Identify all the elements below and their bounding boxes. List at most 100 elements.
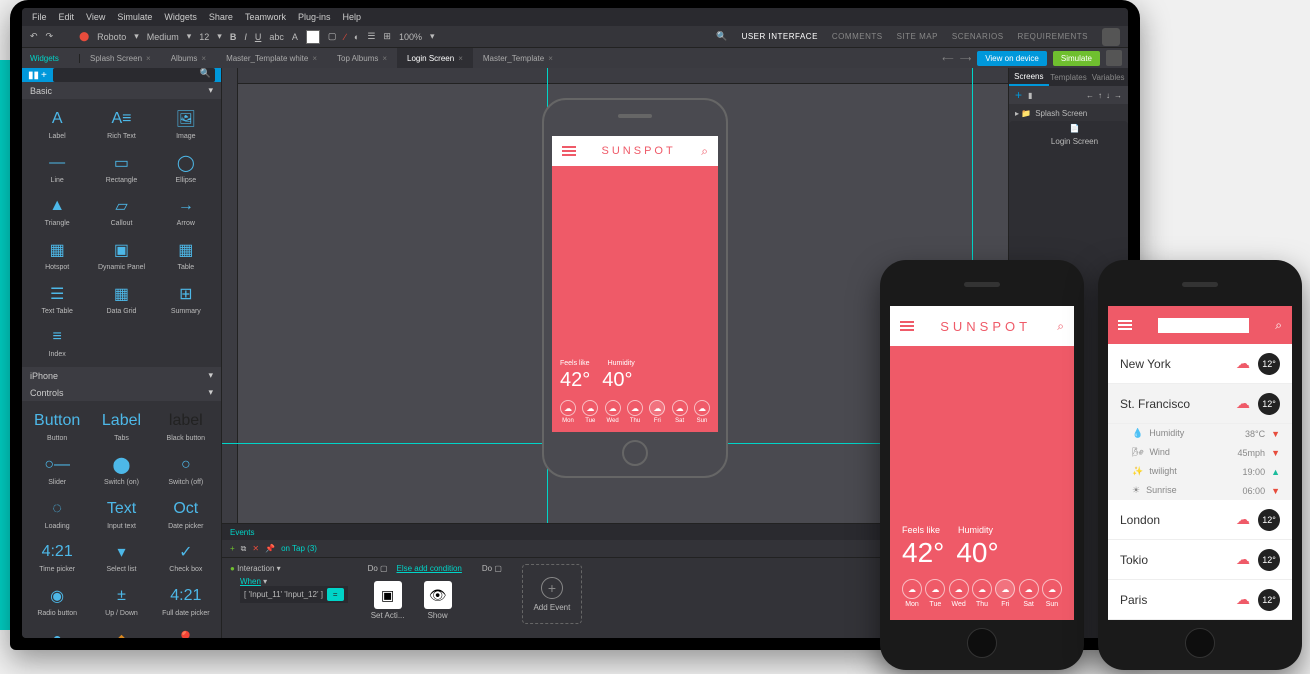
day-mon[interactable]: ☁Mon xyxy=(560,400,576,424)
day-fri[interactable]: ☁Fri xyxy=(649,400,665,424)
rp-tab[interactable]: Screens xyxy=(1009,68,1049,86)
widget-summary[interactable]: ⊞Summary xyxy=(155,278,217,320)
widget-select-list[interactable]: ▾Select list xyxy=(90,536,152,578)
widget-time-picker[interactable]: 4:21Time picker xyxy=(26,536,88,578)
menu-icon[interactable] xyxy=(1118,320,1132,330)
view-on-device-button[interactable]: View on device xyxy=(977,51,1047,66)
top-tab[interactable]: SITE MAP xyxy=(897,32,938,41)
search-icon[interactable]: ⌕ xyxy=(1057,319,1064,334)
font-color-icon[interactable]: A xyxy=(292,32,298,42)
copy-icon[interactable]: ⧉ xyxy=(241,544,247,554)
day-fri[interactable]: ☁Fri xyxy=(995,579,1015,608)
day-mon[interactable]: ☁Mon xyxy=(902,579,922,608)
align-icon[interactable]: ☰ xyxy=(367,31,375,42)
widget-hotspot[interactable]: ▦Hotspot xyxy=(26,234,88,276)
rp-tab[interactable]: Templates xyxy=(1049,68,1089,86)
folder-icon[interactable]: ▮ xyxy=(1028,91,1032,100)
bold-icon[interactable]: B xyxy=(230,32,237,42)
font-select[interactable]: Roboto xyxy=(97,32,126,42)
else-link[interactable]: Else add condition xyxy=(397,564,462,573)
widget-callout[interactable]: ▱Callout xyxy=(90,190,152,232)
widget-triangle[interactable]: ▲Triangle xyxy=(26,190,88,232)
section-controls[interactable]: Controls▾ xyxy=(22,384,221,401)
city-row[interactable]: Tokio☁12° xyxy=(1108,540,1292,580)
arrow-up-icon[interactable]: ↑ xyxy=(1098,91,1102,100)
widget-tabs[interactable]: LabelTabs xyxy=(90,405,152,447)
mockup-screen[interactable]: SUNSPOT ⌕ Feels likeHumidity 42°40° ☁Mon… xyxy=(552,136,718,432)
day-tue[interactable]: ☁Tue xyxy=(582,400,598,424)
widget-slider[interactable]: ○—Slider xyxy=(26,449,88,491)
add-icon[interactable]: + xyxy=(41,70,47,81)
device-frame[interactable]: SUNSPOT ⌕ Feels likeHumidity 42°40° ☁Mon… xyxy=(542,98,728,478)
menu-simulate[interactable]: Simulate xyxy=(117,12,152,22)
city-row[interactable]: London☁12° xyxy=(1108,500,1292,540)
trigger-tab[interactable]: on Tap (3) xyxy=(281,544,317,553)
widget-table[interactable]: ▦Table xyxy=(155,234,217,276)
top-tab[interactable]: USER INTERFACE xyxy=(742,32,818,41)
top-tab[interactable]: SCENARIOS xyxy=(952,32,1004,41)
day-wed[interactable]: ☁Wed xyxy=(605,400,621,424)
doc-tab[interactable]: Master_Template× xyxy=(473,48,563,68)
search-icon[interactable]: 🔍 xyxy=(716,31,727,42)
when-link[interactable]: When xyxy=(240,577,261,586)
search-icon[interactable]: ⌕ xyxy=(701,144,708,159)
widget-label[interactable]: ALabel xyxy=(26,103,88,145)
arrow-down-icon[interactable]: ↓ xyxy=(1106,91,1110,100)
menu-icon[interactable] xyxy=(562,146,576,156)
arrow-right-icon[interactable]: → xyxy=(1114,91,1122,100)
widget-arrow[interactable]: →Arrow xyxy=(155,190,217,232)
arrow-left-icon[interactable]: ← xyxy=(1086,91,1094,100)
stroke-icon[interactable]: ∕ xyxy=(344,32,346,42)
menu-teamwork[interactable]: Teamwork xyxy=(245,12,286,22)
widget-ellipse[interactable]: ◯Ellipse xyxy=(155,147,217,189)
doc-tab[interactable]: Login Screen× xyxy=(397,48,473,68)
day-sat[interactable]: ☁Sat xyxy=(672,400,688,424)
pin-icon[interactable]: 📌 xyxy=(265,544,275,553)
simulate-button[interactable]: Simulate xyxy=(1053,51,1100,66)
day-sun[interactable]: ☁Sun xyxy=(1042,579,1062,608)
day-tue[interactable]: ☁Tue xyxy=(925,579,945,608)
widget-date-picker[interactable]: OctDate picker xyxy=(155,493,217,535)
search-icon[interactable]: ⌕ xyxy=(1275,318,1282,333)
weight-select[interactable]: Medium xyxy=(147,32,179,42)
widget-check-box[interactable]: ✓Check box xyxy=(155,536,217,578)
menu-plug-ins[interactable]: Plug-ins xyxy=(298,12,331,22)
border-icon[interactable]: ▢ xyxy=(328,31,337,42)
widget-dynamic-panel[interactable]: ▣Dynamic Panel xyxy=(90,234,152,276)
widget-line[interactable]: —Line xyxy=(26,147,88,189)
add-screen-icon[interactable]: + xyxy=(1015,88,1022,102)
layout-icon[interactable]: ⊞ xyxy=(383,31,391,42)
day-thu[interactable]: ☁Thu xyxy=(627,400,643,424)
city-row[interactable]: St. Francisco☁12° xyxy=(1108,384,1292,424)
fill-swatch[interactable] xyxy=(306,30,320,44)
widget-search-input[interactable] xyxy=(53,68,215,82)
widget-rich-text[interactable]: A≡Rich Text xyxy=(90,103,152,145)
widget-index[interactable]: ≡Index xyxy=(26,321,88,363)
menu-share[interactable]: Share xyxy=(209,12,233,22)
city-row[interactable]: Paris☁12° xyxy=(1108,580,1292,620)
section-iphone[interactable]: iPhone▾ xyxy=(22,367,221,384)
widget-map-pin[interactable]: 📍Map pin xyxy=(155,624,217,638)
avatar[interactable] xyxy=(1102,28,1120,46)
doc-tab[interactable]: Albums× xyxy=(161,48,216,68)
doc-tab[interactable]: Top Albums× xyxy=(327,48,397,68)
tree-folder[interactable]: ▸ 📁Splash Screen xyxy=(1009,106,1128,121)
menu-file[interactable]: File xyxy=(32,12,47,22)
widget-context-menu[interactable]: ◆Context menu xyxy=(90,624,152,638)
action-show[interactable]: 👁Show xyxy=(418,581,458,620)
nav-prev-icon[interactable]: ⟵ xyxy=(942,54,953,63)
action-set-active[interactable]: ▣Set Acti... xyxy=(368,581,408,620)
doc-tab[interactable]: Master_Template white× xyxy=(216,48,327,68)
widget-button[interactable]: ButtonButton xyxy=(26,405,88,447)
widget-switch-on-[interactable]: ⬤Switch (on) xyxy=(90,449,152,491)
delete-icon[interactable]: ✕ xyxy=(252,544,259,553)
widget-new-app-icon[interactable]: ●New app icon xyxy=(26,624,88,638)
widget-input-text[interactable]: TextInput text xyxy=(90,493,152,535)
expression[interactable]: [ 'Input_11' 'Input_12' ]= xyxy=(240,586,348,603)
interaction-node[interactable]: ● xyxy=(230,564,235,573)
size-select[interactable]: 12 xyxy=(199,32,209,42)
add-event-icon[interactable]: + xyxy=(230,544,235,553)
opacity-icon[interactable]: ◐ xyxy=(354,32,359,42)
menu-edit[interactable]: Edit xyxy=(59,12,75,22)
undo-icon[interactable]: ↶ xyxy=(30,31,38,42)
